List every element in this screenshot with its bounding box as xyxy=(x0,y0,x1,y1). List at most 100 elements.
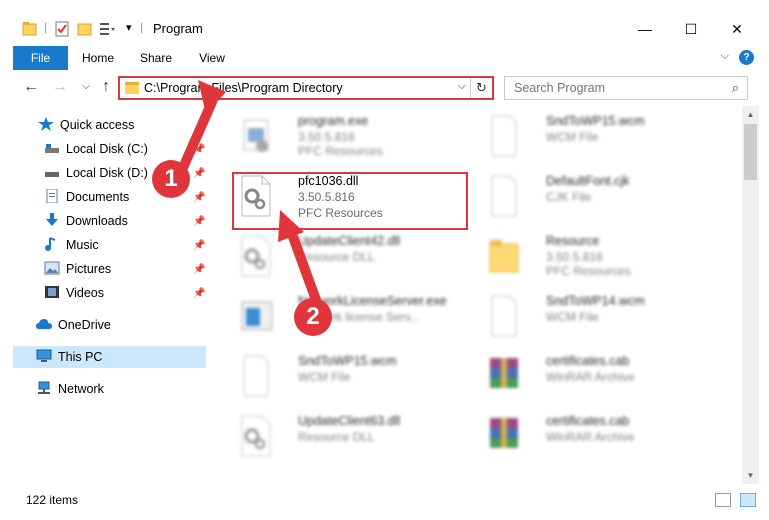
maximize-button[interactable]: ☐ xyxy=(668,14,714,44)
nav-item-network[interactable]: Network xyxy=(36,378,104,400)
nav-item-pictures[interactable]: Pictures xyxy=(44,258,111,280)
nav-item-onedrive[interactable]: OneDrive xyxy=(36,314,111,336)
file-item[interactable]: UpdateClient63.dll Resource DLL xyxy=(228,410,476,462)
pin-icon[interactable]: 📌 xyxy=(193,240,205,251)
refresh-icon[interactable]: ↻ xyxy=(470,78,492,98)
tab-view[interactable]: View xyxy=(188,46,236,70)
nav-item-local-disk-c[interactable]: Local Disk (C:) xyxy=(44,138,148,160)
nav-item-local-disk-d[interactable]: Local Disk (D:) xyxy=(44,162,148,184)
file-type: WCM File xyxy=(546,310,599,324)
folder-icon xyxy=(125,82,139,94)
file-item[interactable]: DefaultFont.cjk CJK File xyxy=(476,170,724,222)
nav-item-music[interactable]: Music xyxy=(44,234,99,256)
scroll-thumb[interactable] xyxy=(744,124,757,180)
tab-file[interactable]: File xyxy=(13,46,68,70)
nav-item-this-pc[interactable]: This PC xyxy=(13,346,206,368)
toolbar-separator: | xyxy=(140,20,144,34)
vertical-scrollbar[interactable]: ▲ ▼ xyxy=(742,106,759,484)
blank-file-icon xyxy=(491,295,517,337)
file-name: program.exe xyxy=(298,114,369,128)
scroll-down-icon[interactable]: ▼ xyxy=(742,467,759,484)
tab-home[interactable]: Home xyxy=(72,46,124,70)
file-item[interactable]: SndToWP14.wcm WCM File xyxy=(476,290,724,342)
folder-icon[interactable] xyxy=(22,20,38,38)
nav-item-quick-access[interactable]: Quick access xyxy=(38,114,134,136)
nav-item-label: Quick access xyxy=(60,118,135,132)
drive-icon xyxy=(45,144,59,153)
blank-file-icon xyxy=(491,175,517,217)
file-item[interactable]: certificates.cab WinRAR Archive xyxy=(476,350,724,402)
file-type: WinRAR Archive xyxy=(546,370,635,384)
file-highlight-box xyxy=(232,172,468,230)
file-item[interactable]: Resource 3.50.5.816 PFC Resources xyxy=(476,230,724,282)
properties-icon[interactable] xyxy=(54,20,70,38)
nav-item-documents[interactable]: Documents xyxy=(44,186,129,208)
details-view-icon[interactable] xyxy=(715,493,731,507)
file-item[interactable]: NetworkLicenseServer.exe Network license… xyxy=(228,290,476,342)
pin-icon[interactable]: 📌 xyxy=(193,264,205,275)
file-type: CJK File xyxy=(546,190,592,204)
blank-file-icon xyxy=(243,355,269,397)
window-exe-icon xyxy=(241,301,273,331)
file-item[interactable]: certificates.cab WinRAR Archive xyxy=(476,410,724,462)
nav-item-videos[interactable]: Videos xyxy=(44,282,104,304)
close-button[interactable]: ✕ xyxy=(714,14,760,44)
folder-icon xyxy=(489,240,519,273)
dll-icon xyxy=(241,415,271,457)
pin-icon[interactable]: 📌 xyxy=(193,288,205,299)
address-bar[interactable]: C:\Program Files\Program Directory ⌵ ↻ xyxy=(118,76,494,100)
file-name: SndToWP15.wcm xyxy=(298,354,397,368)
chevron-down-icon[interactable]: ▾ xyxy=(126,21,132,34)
nav-item-label: Documents xyxy=(66,190,130,204)
scroll-up-icon[interactable]: ▲ xyxy=(742,106,759,123)
file-list: program.exe 3.50.5.816 PFC Resources Snd… xyxy=(216,106,742,484)
file-item[interactable]: SndToWP15.wcm WCM File xyxy=(476,110,724,162)
nav-item-downloads[interactable]: Downloads xyxy=(44,210,128,232)
back-arrow-icon[interactable]: ← xyxy=(21,77,41,97)
ribbon-tabs: File Home Share View ⌵ ? xyxy=(0,46,769,70)
forward-arrow-icon[interactable]: → xyxy=(50,77,70,97)
exe-icon xyxy=(243,119,269,152)
file-item[interactable]: program.exe 3.50.5.816 PFC Resources xyxy=(228,110,476,162)
large-icons-view-icon[interactable] xyxy=(740,493,756,507)
up-arrow-icon[interactable]: ↑ xyxy=(96,77,116,97)
file-name: certificates.cab xyxy=(546,354,630,368)
pin-icon[interactable]: 📌 xyxy=(193,144,205,155)
file-type: WCM File xyxy=(546,130,599,144)
new-folder-icon[interactable] xyxy=(77,20,93,38)
callout-badge-2: 2 xyxy=(294,298,332,336)
expand-ribbon-icon[interactable]: ⌵ xyxy=(721,50,729,63)
file-type: Resource DLL xyxy=(298,430,375,444)
file-item[interactable]: SndToWP15.wcm WCM File xyxy=(228,350,476,402)
search-placeholder: Search Program xyxy=(514,81,606,95)
chevron-down-icon[interactable]: ⌵ xyxy=(458,80,466,93)
recent-locations-icon[interactable]: ⌵ xyxy=(76,77,96,97)
nav-item-label: Downloads xyxy=(66,214,128,228)
nav-item-label: Local Disk (C:) xyxy=(66,142,148,156)
nav-item-label: Pictures xyxy=(66,262,112,276)
star-icon xyxy=(38,117,54,131)
item-count: 122 items xyxy=(26,493,79,507)
search-input[interactable]: Search Program ⌕ xyxy=(504,76,748,100)
file-item[interactable]: UpdateClient42.dll Resource DLL xyxy=(228,230,476,282)
download-icon xyxy=(46,213,58,226)
nav-item-label: This PC xyxy=(58,350,103,364)
nav-item-label: Local Disk (D:) xyxy=(66,166,148,180)
blank-file-icon xyxy=(491,115,517,157)
videos-icon xyxy=(45,286,59,298)
search-icon[interactable]: ⌕ xyxy=(732,80,739,96)
nav-item-label: OneDrive xyxy=(58,318,111,332)
address-path[interactable]: C:\Program Files\Program Directory xyxy=(144,81,343,95)
pin-icon[interactable]: 📌 xyxy=(193,168,205,179)
file-name: UpdateClient42.dll xyxy=(298,234,401,248)
customize-toolbar-icon[interactable] xyxy=(98,20,116,38)
minimize-button[interactable]: — xyxy=(622,14,668,44)
title-bar: | ▾ | Program — ☐ ✕ xyxy=(0,0,769,42)
pin-icon[interactable]: 📌 xyxy=(193,192,205,203)
nav-item-label: Music xyxy=(66,238,99,252)
music-icon xyxy=(45,237,56,251)
file-type: WinRAR Archive xyxy=(546,430,635,444)
tab-share[interactable]: Share xyxy=(130,46,182,70)
pin-icon[interactable]: 📌 xyxy=(193,216,205,227)
help-icon[interactable]: ? xyxy=(739,50,754,65)
